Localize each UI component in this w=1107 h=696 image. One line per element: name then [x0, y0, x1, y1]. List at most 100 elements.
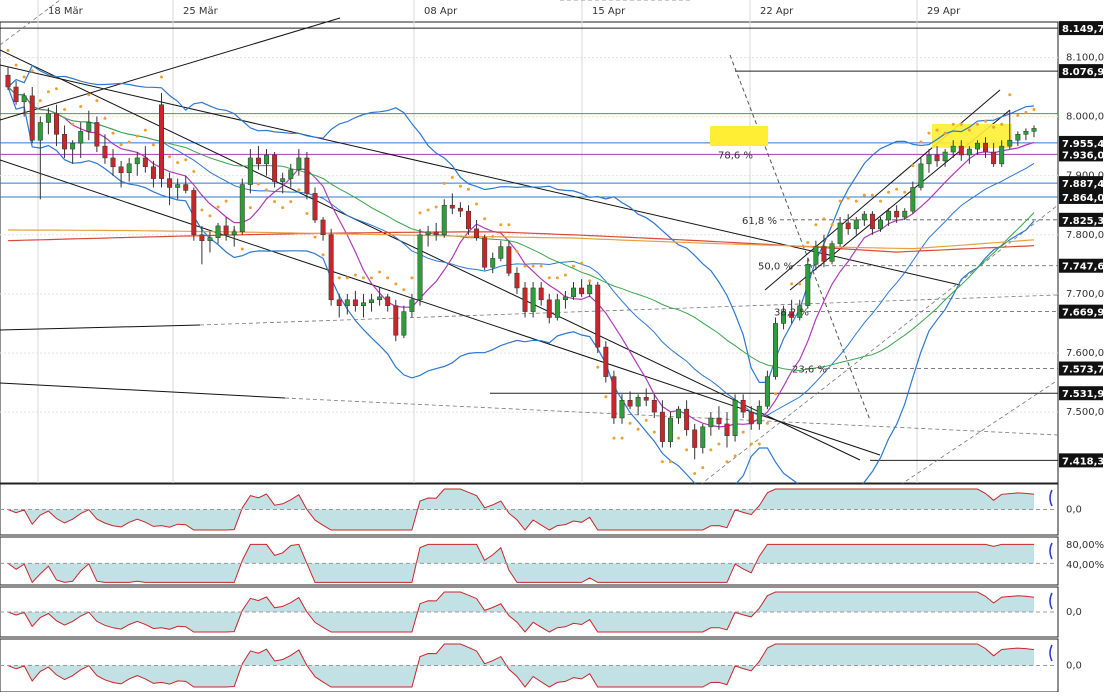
candle-body: [894, 210, 900, 218]
candle[interactable]: [611, 370, 617, 424]
candle[interactable]: [732, 394, 738, 442]
psar-dot: [790, 282, 794, 286]
psar-dot: [305, 211, 309, 215]
candle-body: [764, 376, 770, 407]
psar-dot: [773, 392, 777, 396]
psar-dot: [30, 69, 34, 73]
candle[interactable]: [603, 341, 609, 383]
candle-body: [878, 219, 883, 230]
psar-dot: [418, 211, 422, 215]
psar-dot: [127, 140, 131, 144]
candle-body: [1007, 139, 1013, 147]
candle-body: [183, 184, 189, 191]
candle-body: [159, 104, 164, 179]
psar-dot: [628, 421, 632, 425]
candle-body: [522, 287, 528, 312]
psar-dot: [798, 282, 802, 286]
candle-body: [304, 157, 310, 194]
psar-dot: [588, 279, 592, 283]
candle[interactable]: [328, 228, 334, 306]
psar-dot: [1024, 110, 1028, 114]
candle-body: [845, 222, 851, 230]
candle[interactable]: [805, 258, 811, 309]
candle-body: [708, 417, 714, 428]
psar-dot: [143, 128, 147, 132]
x-tick-label: 29 Apr: [927, 6, 961, 17]
psar-dot: [79, 105, 83, 109]
lower-panels-layer: [0, 483, 1059, 693]
psar-dot: [135, 134, 139, 138]
psar-dot: [895, 187, 899, 191]
candle-body: [619, 400, 625, 419]
candle-body: [328, 234, 334, 301]
candle-body: [667, 417, 673, 442]
candle[interactable]: [191, 187, 197, 241]
price-chart[interactable]: 18 Mär 25 Mär 08 Apr 15 Apr 22 Apr 29 Apr 8.10…: [0, 0, 1107, 693]
psar-dot: [491, 235, 495, 239]
candle-body: [255, 157, 261, 165]
price-tag-label: 7.669,9: [1062, 308, 1104, 319]
candle[interactable]: [773, 317, 778, 380]
psar-dot: [6, 48, 10, 52]
candle-body: [829, 243, 835, 262]
psar-dot: [636, 427, 640, 431]
candle-body: [571, 287, 576, 298]
psar-dot: [677, 436, 681, 440]
candle[interactable]: [417, 228, 423, 306]
candle-body: [142, 157, 148, 168]
psar-dot: [499, 223, 503, 227]
candle-body: [45, 113, 51, 123]
candle[interactable]: [304, 152, 310, 200]
psar-dot: [765, 421, 769, 425]
candle-body: [506, 246, 512, 274]
psar-dot: [984, 119, 988, 123]
candle-body: [78, 131, 84, 144]
psar-dot: [1032, 107, 1036, 111]
candle-body: [676, 408, 682, 419]
candle[interactable]: [159, 92, 164, 188]
candle-body: [732, 400, 738, 436]
candle-body: [393, 305, 399, 336]
candle[interactable]: [764, 370, 770, 410]
psar-dot: [668, 460, 672, 464]
psar-dot: [434, 205, 438, 209]
candle-body: [272, 154, 278, 182]
candle-body: [5, 74, 11, 88]
psar-dot: [168, 155, 172, 159]
psar-dot: [475, 202, 479, 206]
psar-dot: [95, 99, 99, 103]
candle-body: [821, 246, 827, 262]
psar-dot: [604, 395, 608, 399]
candle-body: [344, 299, 350, 306]
price-tag-label: 7.531,9: [1062, 389, 1104, 400]
psar-dot: [555, 276, 559, 280]
candle[interactable]: [393, 299, 399, 342]
candle-body: [223, 225, 229, 236]
candle-body: [13, 86, 19, 103]
candle-body: [175, 184, 181, 188]
fib-level-label: 78,6 %: [718, 150, 753, 161]
candle-body: [94, 122, 100, 147]
candle-body: [554, 299, 560, 318]
candle[interactable]: [595, 282, 601, 353]
candle[interactable]: [829, 240, 835, 265]
psar-dot: [547, 276, 551, 280]
psar-dot: [539, 264, 543, 268]
candle[interactable]: [441, 199, 447, 238]
candle-body: [611, 376, 617, 419]
candle[interactable]: [239, 178, 245, 235]
fib-level-label: 50,0 %: [758, 262, 793, 273]
candle-body: [86, 122, 92, 132]
psar-dot: [935, 128, 939, 132]
candle[interactable]: [482, 234, 488, 271]
candle-body: [579, 287, 585, 295]
candle-body: [118, 166, 124, 173]
panel-tick-label: 0,0: [1066, 505, 1082, 516]
candle-body: [805, 264, 811, 306]
psar-dot: [410, 276, 414, 280]
psar-dot: [862, 193, 866, 197]
psar-dot: [660, 460, 664, 464]
psar-dot: [151, 143, 155, 147]
candle-body: [247, 157, 253, 185]
candle-body: [958, 145, 964, 156]
